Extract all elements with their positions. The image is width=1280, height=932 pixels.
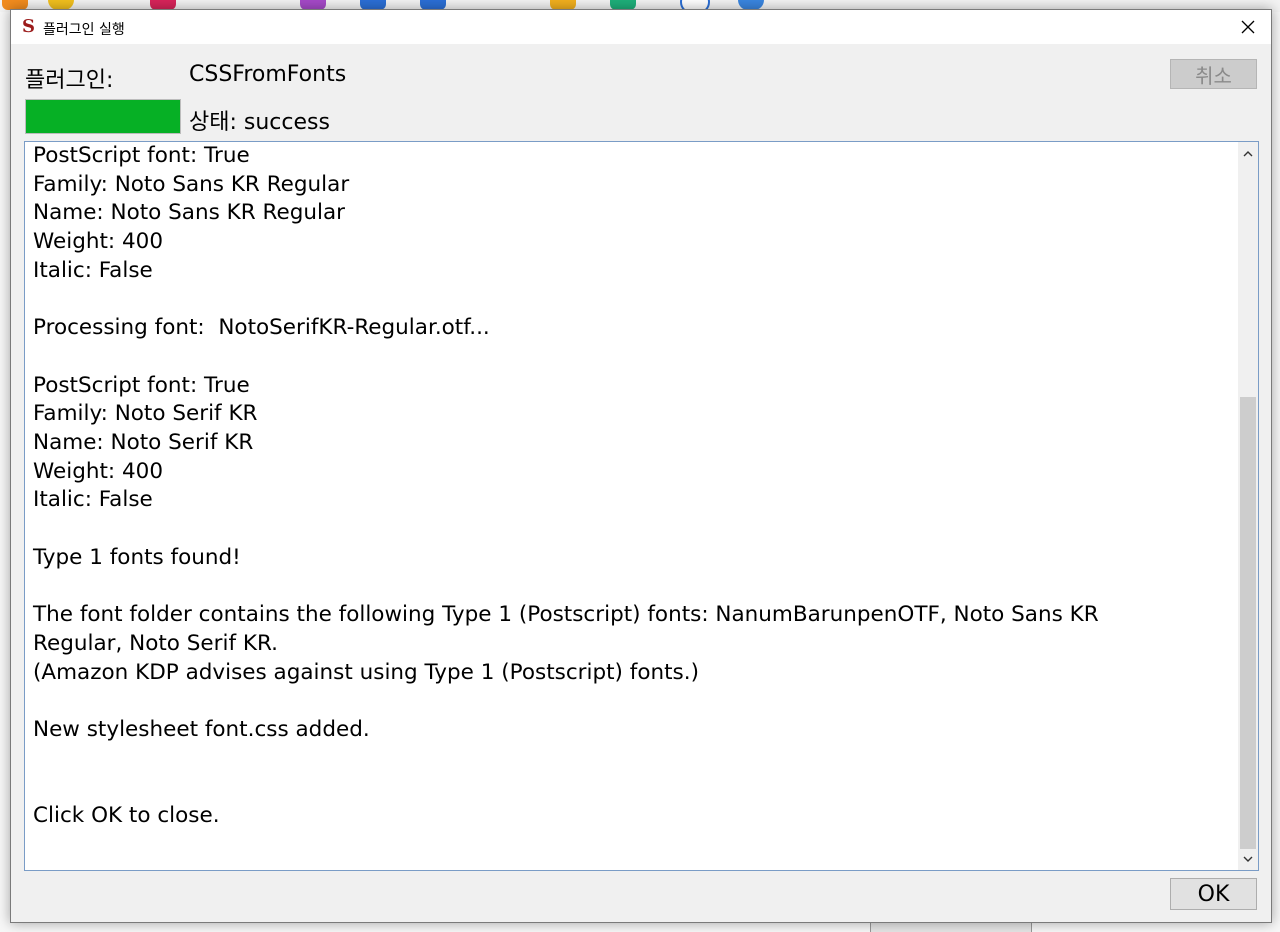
title-bar: S 플러그인 실행 — [11, 10, 1271, 44]
plugin-run-dialog: S 플러그인 실행 플러그인: CSSFromFonts 취소 상태: succ… — [10, 9, 1272, 923]
vertical-scrollbar[interactable] — [1238, 142, 1258, 870]
chevron-down-icon — [1243, 856, 1253, 862]
scroll-thumb[interactable] — [1240, 397, 1256, 849]
ok-button[interactable]: OK — [1170, 878, 1257, 910]
chevron-up-icon — [1243, 150, 1253, 156]
log-text: PostScript font: True Family: Noto Sans … — [33, 143, 1099, 829]
close-button[interactable] — [1225, 10, 1271, 44]
background-bottom-bar — [0, 922, 1280, 932]
plugin-name: CSSFromFonts — [189, 62, 347, 87]
close-icon — [1241, 20, 1255, 34]
cancel-button[interactable]: 취소 — [1170, 59, 1257, 89]
scroll-up-button[interactable] — [1238, 142, 1258, 164]
status-text: 상태: success — [189, 110, 330, 135]
progress-bar — [25, 99, 181, 134]
background-button — [870, 922, 1032, 932]
sigil-icon: S — [22, 16, 35, 37]
log-output[interactable]: PostScript font: True Family: Noto Sans … — [24, 141, 1259, 871]
dialog-title: 플러그인 실행 — [43, 22, 125, 38]
plugin-label: 플러그인: — [25, 68, 114, 93]
scroll-down-button[interactable] — [1238, 848, 1258, 870]
progress-bar-fill — [26, 100, 180, 133]
